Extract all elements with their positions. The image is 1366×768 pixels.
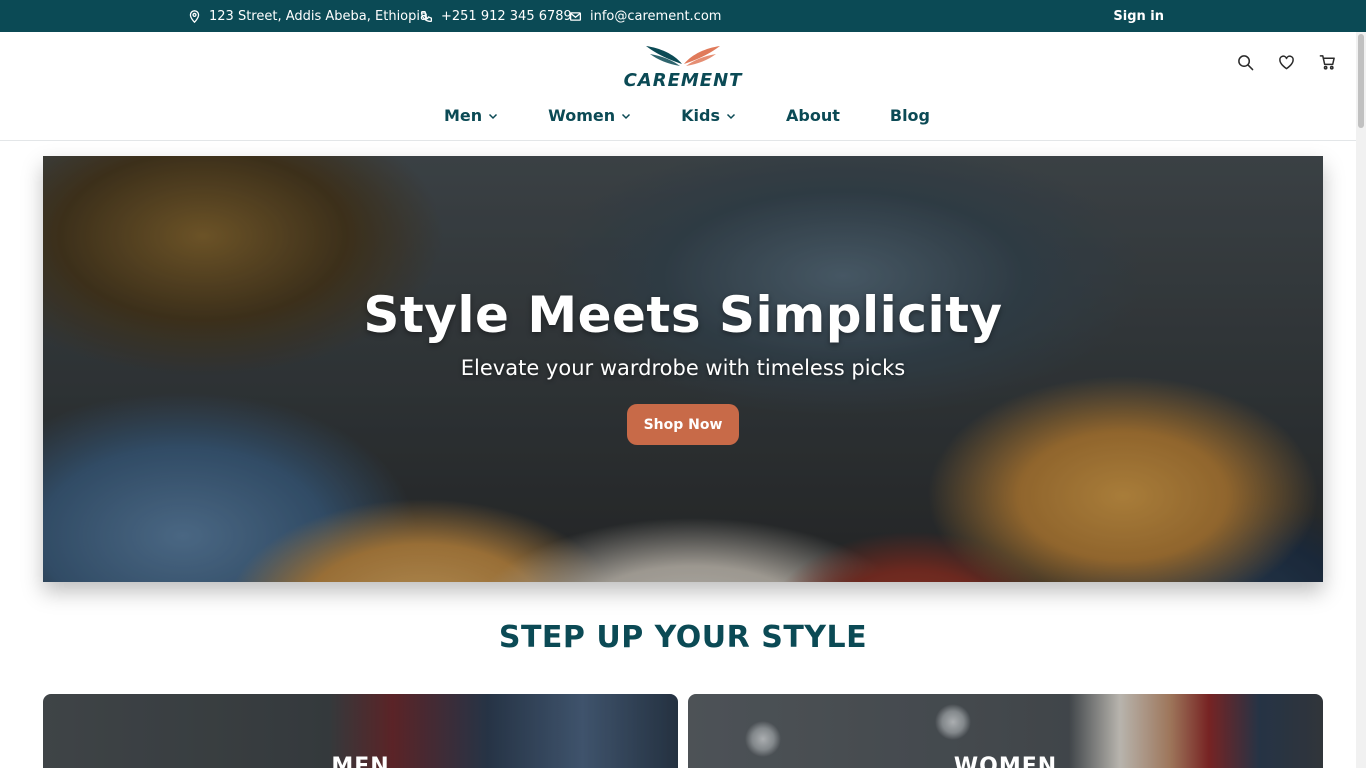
nav-label: Men <box>443 106 483 125</box>
nav-item-kids[interactable]: Kids <box>681 106 736 125</box>
header-actions <box>1237 54 1336 71</box>
phone-text: +251 912 345 6789 <box>441 8 572 24</box>
mail-icon <box>569 11 582 21</box>
category-card-women[interactable]: WOMEN <box>688 694 1323 768</box>
main-nav: Men Women Kids About Blog <box>0 106 1366 125</box>
address-text: 123 Street, Addis Abeba, Ethiopia <box>209 8 428 24</box>
nav-label: Women <box>548 106 616 125</box>
nav-item-about[interactable]: About <box>786 106 840 125</box>
nav-item-women[interactable]: Women <box>548 106 631 125</box>
category-label: MEN <box>331 754 390 768</box>
chevron-down-icon <box>622 113 631 119</box>
nav-label: Blog <box>889 106 930 125</box>
nav-item-blog[interactable]: Blog <box>890 106 930 125</box>
nav-item-men[interactable]: Men <box>444 106 498 125</box>
heart-icon[interactable] <box>1278 54 1295 71</box>
address-info: 123 Street, Addis Abeba, Ethiopia <box>188 0 428 32</box>
category-card-men[interactable]: MEN <box>43 694 678 768</box>
chevron-down-icon <box>726 113 736 119</box>
email-text: info@carement.com <box>590 8 722 24</box>
shop-now-button[interactable]: Shop Now <box>627 404 739 445</box>
site-header: CAREMENT Men Women Kids About Blog <box>0 32 1356 141</box>
email-info[interactable]: info@carement.com <box>569 0 721 32</box>
section-title: STEP UP YOUR STYLE <box>498 620 868 655</box>
sign-in-link[interactable]: Sign in <box>1113 0 1164 32</box>
nav-label: About <box>786 106 840 125</box>
chevron-down-icon <box>489 113 498 119</box>
hero-subtitle: Elevate your wardrobe with timeless pick… <box>460 356 906 380</box>
page-scrollbar[interactable] <box>1356 32 1366 768</box>
brand-name: CAREMENT <box>623 70 743 91</box>
top-info-bar: 123 Street, Addis Abeba, Ethiopia +251 9… <box>0 0 1366 32</box>
cart-icon[interactable] <box>1319 54 1336 71</box>
phone-info[interactable]: +251 912 345 6789 <box>420 0 572 32</box>
scrollbar-thumb[interactable] <box>1358 34 1364 128</box>
search-icon[interactable] <box>1237 54 1254 71</box>
nav-label: Kids <box>681 106 720 125</box>
category-label: WOMEN <box>953 754 1058 768</box>
wings-logo-icon <box>646 46 720 66</box>
hero-banner: Style Meets Simplicity Elevate your ward… <box>43 156 1323 582</box>
location-pin-icon <box>189 9 200 23</box>
phone-icon <box>420 10 433 22</box>
hero-title: Style Meets Simplicity <box>363 286 1003 344</box>
brand-logo[interactable]: CAREMENT <box>612 44 754 92</box>
